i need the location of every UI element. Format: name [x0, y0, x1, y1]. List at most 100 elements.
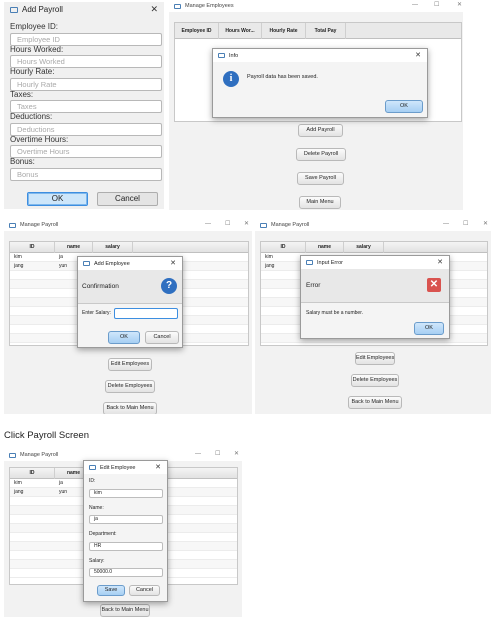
employee-id-label: Employee ID:	[10, 22, 59, 31]
error-icon: ✕	[427, 278, 441, 292]
overtime-hours-label: Overtime Hours:	[10, 135, 69, 144]
close-icon[interactable]: ✕	[150, 4, 158, 15]
cancel-button[interactable]: Cancel	[129, 585, 160, 596]
cell-name: yun	[59, 489, 68, 495]
name-label: Name:	[89, 505, 104, 511]
dialog-title: Input Error	[317, 259, 343, 266]
table-header: ID name salary	[261, 242, 487, 253]
manage-payroll-window: Manage Payroll — ☐ ✕ ID name salary kim …	[4, 219, 252, 414]
maximize-icon[interactable]: ☐	[215, 449, 220, 460]
dialog-titlebar: Info ✕	[213, 49, 427, 62]
dialog-titlebar: Edit Employee ✕	[84, 461, 167, 474]
edit-employees-button[interactable]: Edit Employees	[355, 352, 395, 365]
save-payroll-button[interactable]: Save Payroll	[297, 172, 344, 185]
add-payroll-button[interactable]: Add Payroll	[298, 124, 343, 137]
close-icon[interactable]: ✕	[457, 0, 462, 11]
column-header[interactable]: Hours Wor...	[219, 23, 262, 39]
column-header[interactable]: name	[306, 242, 344, 253]
app-icon	[9, 222, 16, 228]
column-header[interactable]: ID	[261, 242, 306, 253]
department-input[interactable]: HR	[89, 542, 163, 551]
delete-employees-button[interactable]: Delete Employees	[105, 380, 155, 393]
input-error-dialog: Input Error ✕ Error ✕ Salary must be a n…	[300, 255, 450, 339]
bonus-label: Bonus:	[10, 157, 35, 166]
ok-button[interactable]: OK	[27, 192, 88, 206]
ok-button[interactable]: OK	[108, 331, 140, 344]
maximize-icon[interactable]: ☐	[463, 219, 468, 230]
column-header[interactable]: Hourly Rate	[262, 23, 306, 39]
minimize-icon[interactable]: —	[443, 219, 449, 230]
minimize-icon[interactable]: —	[195, 449, 201, 460]
manage-payroll-window: Manage Payroll — ☐ ✕ ID name kim ja jang…	[4, 449, 242, 617]
cell-id: jang	[265, 263, 275, 269]
back-to-main-menu-button[interactable]: Back to Main Menu	[100, 604, 150, 617]
app-icon	[89, 465, 96, 470]
titlebar: Manage Payroll — ☐ ✕	[4, 219, 252, 231]
deductions-label: Deductions:	[10, 112, 53, 121]
window-title: Manage Payroll	[20, 222, 59, 228]
taxes-label: Taxes:	[10, 90, 34, 99]
cancel-button[interactable]: Cancel	[97, 192, 158, 206]
close-icon[interactable]: ✕	[170, 257, 176, 270]
error-message: Salary must be a number.	[306, 310, 363, 316]
manage-payroll-window: Manage Payroll — ☐ ✕ ID name salary kim …	[255, 219, 491, 414]
table-header: Employee ID Hours Wor... Hourly Rate Tot…	[175, 23, 461, 39]
close-icon[interactable]: ✕	[437, 256, 443, 269]
edit-employees-button[interactable]: Edit Employees	[108, 358, 152, 371]
back-to-main-menu-button[interactable]: Back to Main Menu	[348, 396, 402, 409]
column-header[interactable]: salary	[344, 242, 384, 253]
cell-name: ja	[59, 480, 63, 486]
column-header[interactable]: ID	[10, 242, 55, 253]
titlebar: Manage Employees — ☐ ✕	[169, 0, 463, 12]
column-header[interactable]: name	[55, 242, 93, 253]
app-icon	[10, 6, 18, 13]
close-icon[interactable]: ✕	[415, 49, 421, 62]
save-button[interactable]: Save	[97, 585, 125, 596]
dialog-title: Edit Employee	[100, 464, 136, 471]
bonus-input[interactable]: Bonus	[10, 168, 162, 181]
column-header[interactable]: ID	[10, 468, 55, 479]
maximize-icon[interactable]: ☐	[225, 219, 230, 230]
dialog-titlebar: Input Error ✕	[301, 256, 449, 269]
cell-name: yun	[59, 263, 68, 269]
close-icon[interactable]: ✕	[244, 219, 249, 230]
close-icon[interactable]: ✕	[234, 449, 239, 460]
salary-label: Enter Salary:	[82, 310, 111, 316]
salary-input[interactable]: 50000.0	[89, 568, 163, 577]
cell-id: kim	[14, 254, 22, 260]
maximize-icon[interactable]: ☐	[434, 0, 439, 11]
hours-worked-label: Hours Worked:	[10, 45, 64, 54]
ok-button[interactable]: OK	[385, 100, 423, 113]
salary-input[interactable]	[114, 308, 178, 319]
close-icon[interactable]: ✕	[155, 461, 161, 474]
column-header[interactable]: Employee ID	[175, 23, 219, 39]
cell-id: kim	[265, 254, 273, 260]
back-to-main-menu-button[interactable]: Back to Main Menu	[103, 402, 157, 414]
column-header[interactable]: Total Pay	[306, 23, 346, 39]
app-icon	[306, 260, 313, 265]
cell-name: ja	[59, 254, 63, 260]
dialog-titlebar: Add Employee ✕	[78, 257, 182, 270]
app-icon	[218, 53, 225, 58]
main-menu-button[interactable]: Main Menu	[299, 196, 341, 209]
minimize-icon[interactable]: —	[205, 219, 211, 230]
app-icon	[83, 261, 90, 266]
delete-payroll-button[interactable]: Delete Payroll	[296, 148, 346, 161]
cancel-button[interactable]: Cancel	[145, 331, 179, 344]
add-employee-dialog: Add Employee ✕ Confirmation ? Enter Sala…	[77, 256, 183, 348]
dialog-header: Error ✕	[301, 269, 449, 303]
window-title: Add Payroll	[22, 5, 63, 14]
header-text: Error	[306, 282, 321, 289]
minimize-icon[interactable]: —	[412, 0, 418, 11]
add-payroll-window: Add Payroll ✕ Employee ID: Employee ID H…	[4, 2, 164, 209]
close-icon[interactable]: ✕	[483, 219, 488, 230]
id-input[interactable]: kim	[89, 489, 163, 498]
delete-employees-button[interactable]: Delete Employees	[351, 374, 399, 387]
name-input[interactable]: ja	[89, 515, 163, 524]
cell-id: jang	[14, 489, 24, 495]
cell-id: jang	[14, 263, 24, 269]
titlebar: Manage Payroll — ☐ ✕	[255, 219, 491, 231]
app-icon	[174, 3, 181, 9]
column-header[interactable]: salary	[93, 242, 133, 253]
ok-button[interactable]: OK	[414, 322, 444, 335]
